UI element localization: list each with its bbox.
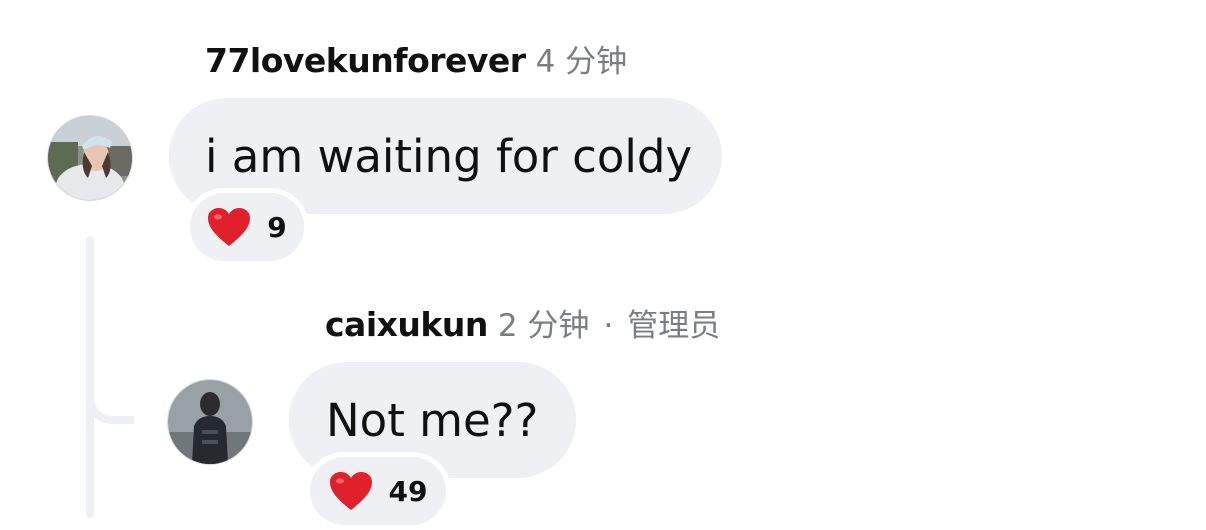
- reply-username[interactable]: caixukun: [325, 305, 488, 344]
- reply-header: caixukun 2 分钟 · 管理员: [325, 300, 720, 345]
- heart-icon: [208, 208, 251, 246]
- comment-header: 77lovekunforever 4 分钟: [205, 36, 627, 81]
- reaction-pill[interactable]: 9: [185, 188, 309, 266]
- comment-timestamp: 4 分钟: [535, 44, 628, 80]
- reply-text: Not me??: [326, 393, 539, 447]
- separator-dot: ·: [603, 308, 614, 344]
- comment-username[interactable]: 77lovekunforever: [205, 41, 526, 80]
- comment-text: i am waiting for coldy: [205, 129, 693, 183]
- reaction-count: 49: [388, 474, 428, 508]
- avatar[interactable]: [48, 116, 132, 200]
- reply-reaction-pill[interactable]: 49: [305, 452, 451, 530]
- reply-avatar[interactable]: [168, 380, 252, 464]
- reaction-count: 9: [267, 210, 287, 244]
- role-badge: 管理员: [627, 308, 721, 344]
- avatar-photo: [168, 380, 252, 464]
- avatar-photo: [48, 116, 132, 200]
- heart-icon: [329, 472, 372, 510]
- reply-timestamp: 2 分钟: [497, 308, 590, 344]
- thread-branch-line: [86, 370, 134, 424]
